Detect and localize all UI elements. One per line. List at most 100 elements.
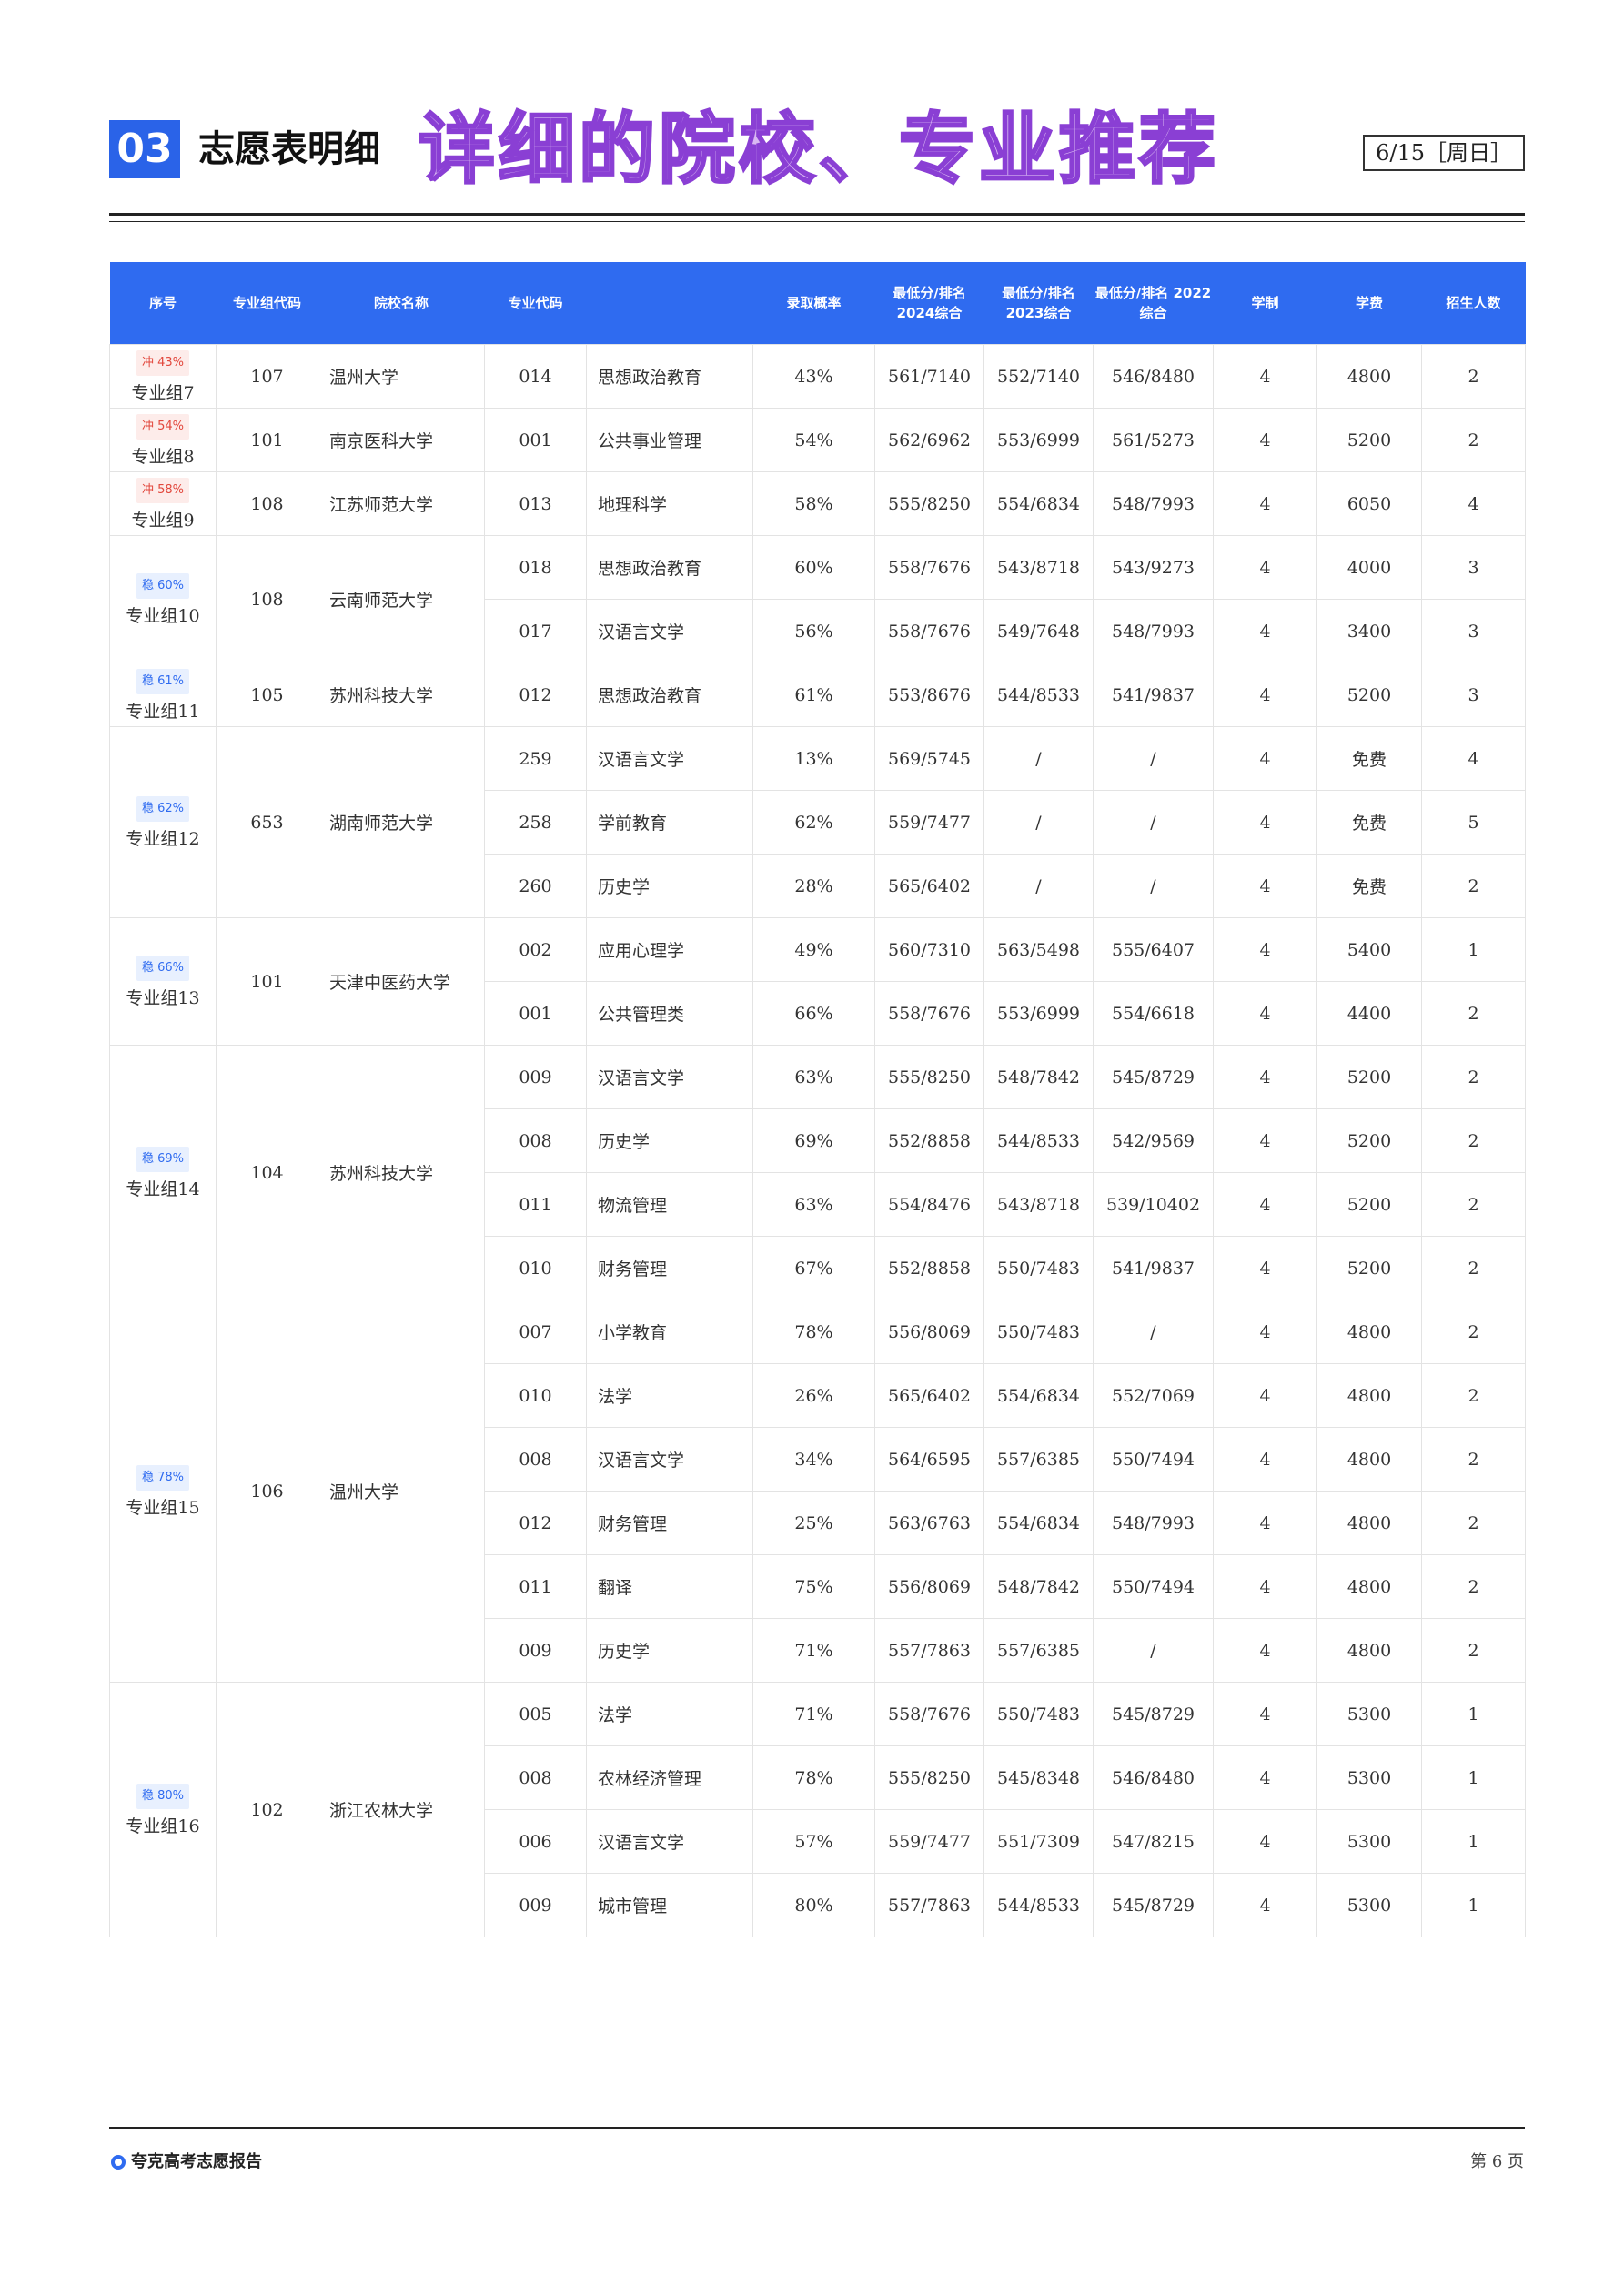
application-table: 序号 专业组代码 院校名称 专业代码 录取概率 最低分/排名 2024综合 最低… <box>109 262 1526 1937</box>
major-s2023: 563/5498 <box>983 917 1094 982</box>
col-header: 专业代码 <box>484 262 587 345</box>
major-s2022: 548/7993 <box>1093 599 1214 663</box>
major-s2022: 541/9837 <box>1093 663 1214 727</box>
major-prob: 78% <box>752 1745 875 1810</box>
major-s2024: 555/8250 <box>874 1745 984 1810</box>
group-code: 108 <box>216 535 318 663</box>
major-fee: 4800 <box>1316 1554 1422 1619</box>
major-s2022: 546/8480 <box>1093 344 1214 409</box>
group-code: 101 <box>216 917 318 1046</box>
major-count: 2 <box>1421 1363 1526 1428</box>
major-fee: 6050 <box>1316 471 1422 536</box>
major-name: 小学教育 <box>586 1300 753 1364</box>
table-row: 冲 54% 专业组8 101 南京医科大学 001 公共事业管理 54% 562/6962 55… <box>109 408 1526 472</box>
major-s2022: 545/8729 <box>1093 1045 1214 1109</box>
col-header: 招生人数 <box>1421 262 1526 345</box>
col-header: 序号 <box>109 262 217 345</box>
major-s2024: 552/8858 <box>874 1236 984 1300</box>
major-count: 2 <box>1421 1554 1526 1619</box>
footer-rule <box>109 2127 1525 2129</box>
major-name: 思想政治教育 <box>586 535 753 600</box>
major-name: 物流管理 <box>586 1172 753 1237</box>
major-s2023: / <box>983 726 1094 791</box>
major-s2023: 545/8348 <box>983 1745 1094 1810</box>
major-name: 农林经济管理 <box>586 1745 753 1810</box>
table-row: 冲 58% 专业组9 108 江苏师范大学 013 地理科学 58% 555/8250 554/… <box>109 471 1526 536</box>
major-s2024: 565/6402 <box>874 1363 984 1428</box>
major-fee: 5400 <box>1316 917 1422 982</box>
brand-name: 夸克高考志愿报告 <box>131 2152 262 2171</box>
page-header: 03 志愿表明细 详细的院校、专业推荐 6/15［周日］ <box>109 104 1525 196</box>
major-s2023: 554/6834 <box>983 1363 1094 1428</box>
major-s2023: 552/7140 <box>983 344 1094 409</box>
major-years: 4 <box>1213 1682 1317 1746</box>
major-prob: 13% <box>752 726 875 791</box>
major-name: 财务管理 <box>586 1236 753 1300</box>
major-fee: 4800 <box>1316 1427 1422 1492</box>
major-code: 010 <box>484 1236 587 1300</box>
major-s2022: 561/5273 <box>1093 408 1214 472</box>
major-count: 2 <box>1421 1236 1526 1300</box>
major-years: 4 <box>1213 1300 1317 1364</box>
school-name: 南京医科大学 <box>318 408 485 472</box>
school-name: 云南师范大学 <box>318 535 485 663</box>
group-cell: 稳 80% 专业组16 <box>109 1682 217 1937</box>
major-s2022: / <box>1093 1300 1214 1364</box>
major-s2022: 554/6618 <box>1093 981 1214 1046</box>
page-number: 第 6 页 <box>1470 2152 1524 2171</box>
major-code: 012 <box>484 663 587 727</box>
major-fee: 4800 <box>1316 1491 1422 1555</box>
major-s2023: 550/7483 <box>983 1236 1094 1300</box>
group-name: 专业组13 <box>126 987 200 1008</box>
table-row: 稳 61% 专业组11 105 苏州科技大学 012 思想政治教育 61% 553/8676 5… <box>109 663 1526 727</box>
major-s2023: 550/7483 <box>983 1300 1094 1364</box>
major-name: 汉语言文学 <box>586 1809 753 1874</box>
school-name: 浙江农林大学 <box>318 1682 485 1937</box>
group-name: 专业组16 <box>126 1816 200 1836</box>
major-s2022: 543/9273 <box>1093 535 1214 600</box>
table-row: 稳 66% 专业组13 101 天津中医药大学 002 应用心理学 49% 560/7310 5… <box>109 917 1526 1046</box>
major-code: 001 <box>484 981 587 1046</box>
major-s2024: 557/7863 <box>874 1618 984 1683</box>
table-row: 稳 60% 专业组10 108 云南师范大学 018 思想政治教育 60% 558/7676 5… <box>109 535 1526 663</box>
major-fee: 3400 <box>1316 599 1422 663</box>
major-s2023: 553/6999 <box>983 981 1094 1046</box>
major-s2023: 543/8718 <box>983 535 1094 600</box>
major-s2024: 555/8250 <box>874 471 984 536</box>
major-years: 4 <box>1213 535 1317 600</box>
major-years: 4 <box>1213 790 1317 855</box>
major-s2023: 544/8533 <box>983 1108 1094 1173</box>
major-years: 4 <box>1213 344 1317 409</box>
major-name: 应用心理学 <box>586 917 753 982</box>
col-header: 院校名称 <box>318 262 485 345</box>
major-prob: 60% <box>752 535 875 600</box>
probability-tag: 稳 60% <box>136 572 190 599</box>
major-s2022: 546/8480 <box>1093 1745 1214 1810</box>
major-s2024: 559/7477 <box>874 790 984 855</box>
major-fee: 4800 <box>1316 1618 1422 1683</box>
major-count: 2 <box>1421 1618 1526 1683</box>
major-name: 历史学 <box>586 1618 753 1683</box>
major-count: 3 <box>1421 535 1526 600</box>
col-header: 最低分/排名 2024综合 <box>874 262 984 345</box>
major-prob: 58% <box>752 471 875 536</box>
major-years: 4 <box>1213 1236 1317 1300</box>
major-prob: 61% <box>752 663 875 727</box>
major-code: 011 <box>484 1172 587 1237</box>
major-years: 4 <box>1213 471 1317 536</box>
probability-tag: 稳 78% <box>136 1464 190 1491</box>
major-years: 4 <box>1213 854 1317 918</box>
major-name: 历史学 <box>586 854 753 918</box>
major-code: 007 <box>484 1300 587 1364</box>
major-fee: 5300 <box>1316 1873 1422 1937</box>
major-s2023: 544/8533 <box>983 663 1094 727</box>
major-code: 259 <box>484 726 587 791</box>
group-cell: 稳 66% 专业组13 <box>109 917 217 1046</box>
major-s2022: 550/7494 <box>1093 1554 1214 1619</box>
major-code: 008 <box>484 1108 587 1173</box>
col-header: 录取概率 <box>752 262 875 345</box>
major-prob: 54% <box>752 408 875 472</box>
major-s2022: 542/9569 <box>1093 1108 1214 1173</box>
major-s2024: 561/7140 <box>874 344 984 409</box>
major-count: 2 <box>1421 344 1526 409</box>
